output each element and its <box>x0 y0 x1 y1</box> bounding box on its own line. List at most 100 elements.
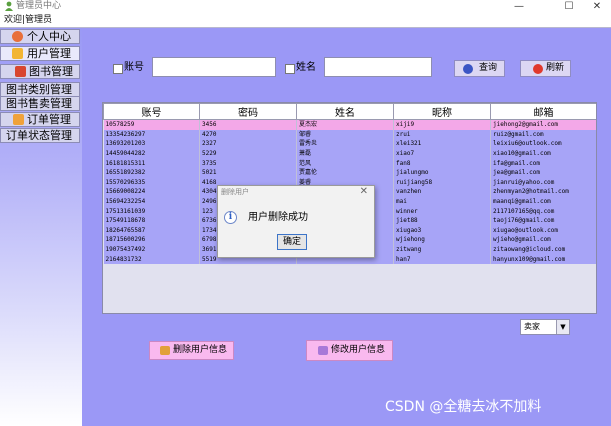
order-icon <box>13 114 24 125</box>
sidebar-item-order-management[interactable]: 订单管理 <box>0 112 80 127</box>
table-cell: xiugao3 <box>393 225 491 236</box>
info-icon: i <box>224 211 237 224</box>
edit-user-button[interactable]: 修改用户信息 <box>306 340 393 361</box>
sidebar-item-book-sales[interactable]: 图书售卖管理 <box>0 96 80 111</box>
table-cell: 邹睿 <box>296 129 394 140</box>
sidebar-item-personal-center[interactable]: 个人中心 <box>0 29 80 44</box>
table-cell: 18715600296 <box>103 235 200 245</box>
query-button[interactable]: 查询 <box>454 60 505 77</box>
table-cell: 15694232254 <box>103 196 200 207</box>
sidebar-item-label: 图书管理 <box>29 65 73 78</box>
table-row[interactable]: 16551892382 5021 贾嘉伦 jialungmo jea@gmail.com <box>103 167 596 178</box>
table-header-row: 账号 密码 姓名 昵称 邮箱 <box>103 103 596 120</box>
sidebar-item-label: 图书类别管理 <box>6 83 72 96</box>
column-header-nickname[interactable]: 昵称 <box>393 103 491 120</box>
table-cell: 10578259 <box>103 119 200 130</box>
minimize-button[interactable]: — <box>505 0 533 13</box>
user-icon <box>5 1 13 11</box>
table-cell: zitaowang@icloud.com <box>490 244 596 255</box>
table-cell: 4270 <box>199 129 297 140</box>
table-row[interactable]: 16181815311 3735 范风 fan8 ifa@gmail.com <box>103 158 596 168</box>
name-label: 姓名 <box>296 62 316 73</box>
table-cell: zitwang <box>393 244 491 255</box>
maximize-button[interactable]: ☐ <box>555 0 583 13</box>
table-cell: han7 <box>393 254 491 264</box>
table-cell: 17549118678 <box>103 215 200 226</box>
delete-user-button[interactable]: 删除用户信息 <box>149 341 234 360</box>
edit-icon <box>318 346 328 355</box>
column-header-password[interactable]: 密码 <box>199 103 297 120</box>
sidebar-item-book-category[interactable]: 图书类别管理 <box>0 82 80 97</box>
table-row[interactable]: 10578259 3456 夏杰宏 xiji9 jiehong2@gmail.com <box>103 119 596 130</box>
sidebar-item-book-management[interactable]: 图书管理 <box>0 64 80 79</box>
table-cell: jialungmo <box>393 167 491 178</box>
role-select[interactable]: 卖家 ▼ <box>520 319 570 335</box>
account-checkbox[interactable] <box>113 64 123 74</box>
sidebar-item-label: 个人中心 <box>27 30 71 43</box>
welcome-text: 欢迎|管理员 <box>4 15 53 25</box>
table-cell: zhenmyan2@hotmail.com <box>490 187 596 197</box>
table-cell: 19075437492 <box>103 244 200 255</box>
sidebar-item-label: 订单管理 <box>27 113 71 126</box>
table-cell: 15570296335 <box>103 177 200 188</box>
table-cell: xiao7 <box>393 148 491 159</box>
book-icon <box>15 66 26 77</box>
table-cell: 15669008224 <box>103 187 200 197</box>
table-cell: jiehong2@gmail.com <box>490 119 596 130</box>
table-cell: 3735 <box>199 158 297 168</box>
table-cell: 5021 <box>199 167 297 178</box>
sidebar-item-label: 订单状态管理 <box>6 129 72 142</box>
edit-button-label: 修改用户信息 <box>331 345 386 355</box>
chevron-down-icon[interactable]: ▼ <box>556 320 569 334</box>
table-cell: jiet88 <box>393 215 491 226</box>
table-cell: 17513161039 <box>103 206 200 216</box>
name-input[interactable] <box>324 57 432 77</box>
table-cell: xiji9 <box>393 119 491 130</box>
sidebar-item-user-management[interactable]: 用户管理 <box>0 46 80 61</box>
table-row[interactable]: 13693201203 2327 雷秀炎 xlei321 leixiu6@outlook… <box>103 139 596 149</box>
dialog-close-icon[interactable]: ✕ <box>360 186 368 198</box>
table-cell: 夏杰宏 <box>296 119 394 130</box>
name-checkbox[interactable] <box>285 64 295 74</box>
refresh-button[interactable]: 刷新 <box>520 60 571 77</box>
table-cell: 3456 <box>199 119 297 130</box>
table-cell: 2327 <box>199 139 297 149</box>
close-window-button[interactable]: ✕ <box>583 0 611 13</box>
welcome-bar: 欢迎|管理员 <box>0 13 611 27</box>
refresh-button-label: 刷新 <box>546 63 565 73</box>
column-header-email[interactable]: 邮箱 <box>490 103 596 120</box>
table-cell: 萧磊 <box>296 148 394 159</box>
table-cell: 范风 <box>296 158 394 168</box>
account-label: 账号 <box>124 62 144 73</box>
column-header-account[interactable]: 账号 <box>103 103 200 120</box>
watermark-text: CSDN @全糖去冰不加料 <box>385 399 542 415</box>
delete-success-dialog: 删除用户 ✕ i 用户删除成功 确定 <box>217 185 375 258</box>
refresh-icon <box>533 64 543 74</box>
table-cell: vanzhen <box>393 187 491 197</box>
table-cell: 14459044282 <box>103 148 200 159</box>
title-bar: 管理员中心 — ☐ ✕ <box>0 0 611 13</box>
table-cell: wjieho@gmail.com <box>490 235 596 245</box>
role-select-value: 卖家 <box>524 322 540 331</box>
table-cell: ifa@gmail.com <box>490 158 596 168</box>
table-cell: ruijiang58 <box>393 177 491 188</box>
delete-icon <box>160 346 170 355</box>
column-header-name[interactable]: 姓名 <box>296 103 394 120</box>
sidebar-item-order-status[interactable]: 订单状态管理 <box>0 128 80 143</box>
table-cell: hanyunx109@gmail.com <box>490 254 596 264</box>
table-cell: xiao10@gmail.com <box>490 148 596 159</box>
account-input[interactable] <box>152 57 276 77</box>
table-cell: jianrui@yahoo.com <box>490 177 596 188</box>
delete-button-label: 删除用户信息 <box>173 345 228 355</box>
table-cell: ruiz@gmail.com <box>490 129 596 140</box>
table-cell: 2117107165@qq.com <box>490 206 596 216</box>
table-cell: taoji76@gmail.com <box>490 215 596 226</box>
table-cell: 18264765587 <box>103 225 200 236</box>
dialog-ok-button[interactable]: 确定 <box>277 234 307 250</box>
table-cell: 16551892382 <box>103 167 200 178</box>
table-row[interactable]: 13354236297 4270 邹睿 zrui ruiz@gmail.com <box>103 129 596 140</box>
sidebar: 个人中心 用户管理 图书管理 图书类别管理 图书售卖管理 订单管理 订单状态管理 <box>0 28 82 426</box>
table-cell: maanqi@gmail.com <box>490 196 596 207</box>
table-row[interactable]: 14459044282 5229 萧磊 xiao7 xiao10@gmail.com <box>103 148 596 159</box>
table-cell: 5229 <box>199 148 297 159</box>
